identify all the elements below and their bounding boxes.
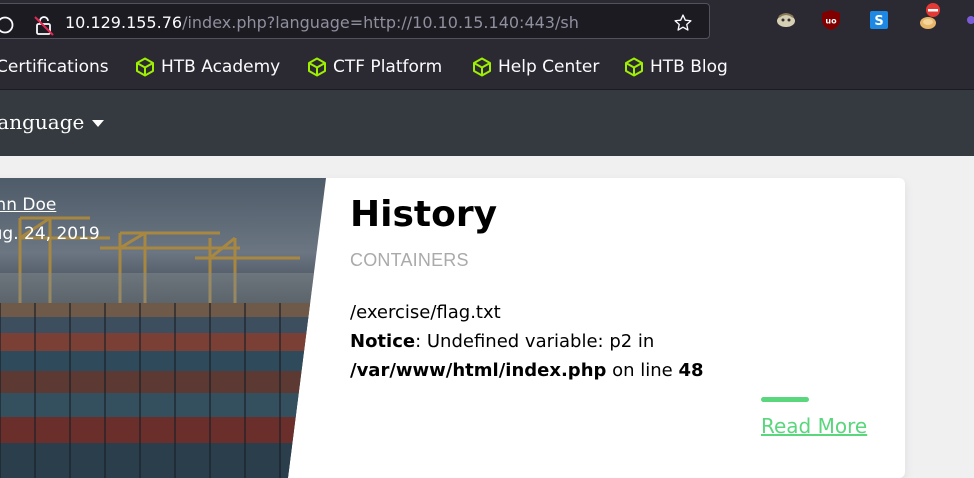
post-title: History bbox=[350, 194, 498, 235]
url-host: 10.129.155.76 bbox=[65, 13, 183, 32]
container-port-illustration bbox=[0, 216, 326, 478]
language-label: Language bbox=[0, 110, 85, 134]
tracking-protection-icon[interactable] bbox=[0, 15, 15, 39]
insecure-lock-icon[interactable] bbox=[33, 14, 55, 40]
url-text[interactable]: 10.129.155.76/index.php?language=http://… bbox=[65, 13, 661, 33]
htb-cube-icon bbox=[136, 57, 154, 77]
bookmark-star-icon[interactable] bbox=[673, 13, 693, 37]
more-extensions-icon[interactable] bbox=[965, 9, 974, 31]
notice-text: : Undefined variable: p2 in bbox=[415, 331, 655, 352]
site-navbar: Language bbox=[0, 90, 974, 156]
url-path: /index.php?language=http://10.10.15.140:… bbox=[182, 13, 579, 32]
bookmark-label: CTF Platform bbox=[333, 57, 443, 77]
bookmark-label: Help Center bbox=[498, 57, 600, 77]
read-more-accent-bar bbox=[761, 397, 809, 402]
notice-label: Notice bbox=[350, 331, 416, 352]
bookmark-label: HTB Academy bbox=[161, 57, 281, 77]
svg-text:uo: uo bbox=[825, 17, 837, 26]
notice-line-number: 48 bbox=[678, 360, 704, 381]
bookmark-label: HTB Blog bbox=[650, 57, 728, 77]
notice-on: on line bbox=[606, 360, 679, 381]
address-bar[interactable]: 10.129.155.76/index.php?language=http://… bbox=[0, 3, 710, 39]
included-file-output: /exercise/flag.txt bbox=[350, 302, 501, 323]
bookmark-certifications[interactable]: Certifications bbox=[0, 56, 109, 78]
htb-cube-icon bbox=[473, 57, 491, 77]
post-image: John Doe Aug. 24, 2019 bbox=[0, 178, 326, 478]
php-notice: Notice: Undefined variable: p2 in /var/w… bbox=[350, 327, 870, 385]
post-author-link[interactable]: John Doe bbox=[0, 195, 56, 215]
post-date: Aug. 24, 2019 bbox=[0, 224, 100, 244]
blocker-extension-icon[interactable] bbox=[918, 2, 940, 29]
post-body: /exercise/flag.txt Notice: Undefined var… bbox=[350, 298, 870, 385]
notice-path: /var/www/html/index.php bbox=[350, 360, 607, 381]
post-card: John Doe Aug. 24, 2019 History CONTAINER… bbox=[0, 178, 905, 478]
read-more-link[interactable]: Read More bbox=[761, 414, 867, 438]
language-dropdown[interactable]: Language bbox=[0, 110, 105, 134]
bookmark-label: Certifications bbox=[0, 57, 109, 77]
htb-cube-icon bbox=[308, 57, 326, 77]
browser-toolbar: 10.129.155.76/index.php?language=http://… bbox=[0, 0, 974, 42]
svg-text:S: S bbox=[874, 14, 883, 29]
htb-cube-icon bbox=[625, 57, 643, 77]
ublock-origin-icon[interactable]: uo bbox=[820, 9, 842, 31]
post-category: CONTAINERS bbox=[350, 250, 469, 270]
bookmark-help-center[interactable]: Help Center bbox=[472, 56, 599, 78]
bookmarks-toolbar: Certifications HTB Academy CTF Platform … bbox=[0, 42, 974, 90]
bookmark-ctf-platform[interactable]: CTF Platform bbox=[307, 56, 442, 78]
bookmark-htb-blog[interactable]: HTB Blog bbox=[624, 56, 728, 78]
bookmark-htb-academy[interactable]: HTB Academy bbox=[135, 56, 280, 78]
caret-down-icon bbox=[92, 120, 105, 127]
s-extension-icon[interactable]: S bbox=[868, 9, 890, 31]
lion-extension-icon[interactable] bbox=[775, 9, 797, 31]
